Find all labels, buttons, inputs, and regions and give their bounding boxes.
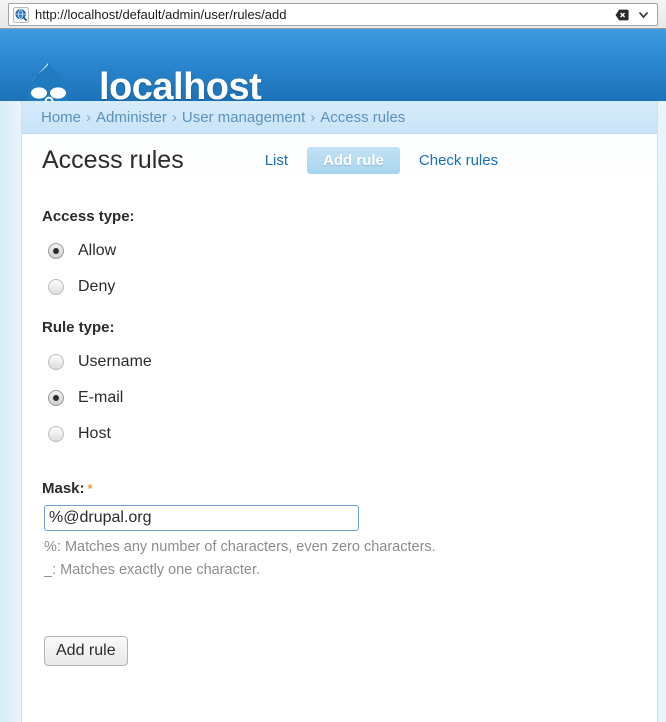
radio-option-allow[interactable]: Allow [42, 233, 637, 269]
radio-deny-icon[interactable] [48, 279, 64, 295]
mask-help-underscore: _: Matches exactly one character. [44, 561, 260, 578]
radio-option-username[interactable]: Username [42, 344, 637, 380]
site-header: localhost [0, 29, 666, 101]
tab-bar: List Add rule Check rules [256, 146, 507, 174]
mask-help-percent: %: Matches any number of characters, eve… [44, 539, 436, 555]
breadcrumb-separator: › [86, 108, 92, 126]
tab-check-rules[interactable]: Check rules [410, 147, 507, 174]
radio-email-label: E-mail [78, 389, 124, 406]
radio-allow-label: Allow [78, 242, 117, 259]
access-rule-form: Access type: Allow Deny Rule type: Usern… [22, 186, 657, 667]
access-type-legend: Access type: [42, 208, 135, 225]
mask-input[interactable] [44, 505, 359, 531]
radio-host-icon[interactable] [48, 426, 64, 442]
radio-option-deny[interactable]: Deny [42, 269, 637, 305]
breadcrumb-separator: › [171, 108, 177, 126]
tab-add-rule[interactable]: Add rule [307, 146, 400, 174]
breadcrumb-item-home[interactable]: Home [41, 109, 81, 126]
radio-option-host[interactable]: Host [42, 416, 637, 452]
required-marker: * [87, 481, 93, 496]
title-row: Access rules List Add rule Check rules [22, 134, 657, 186]
form-actions: Add rule [44, 636, 637, 667]
url-bar-actions [615, 8, 650, 22]
url-input-wrapper[interactable]: http://localhost/default/admin/user/rule… [8, 3, 658, 26]
browser-url-bar: http://localhost/default/admin/user/rule… [0, 0, 666, 29]
globe-favicon-icon [13, 6, 29, 23]
add-rule-button[interactable]: Add rule [44, 636, 128, 667]
rule-type-legend: Rule type: [42, 319, 115, 336]
radio-username-icon[interactable] [48, 354, 64, 370]
radio-allow-icon[interactable] [48, 243, 64, 259]
radio-host-label: Host [78, 425, 111, 442]
radio-option-email[interactable]: E-mail [42, 380, 637, 416]
site-name: localhost [99, 66, 262, 101]
page-viewport: localhost Home › Administer › User manag… [0, 29, 666, 722]
tab-list[interactable]: List [256, 147, 297, 174]
radio-username-label: Username [78, 353, 152, 370]
content-card: Home › Administer › User management › Ac… [21, 101, 658, 722]
breadcrumb: Home › Administer › User management › Ac… [22, 101, 657, 134]
breadcrumb-item-administer[interactable]: Administer [96, 109, 167, 126]
chevron-down-icon[interactable] [637, 8, 650, 21]
radio-email-icon[interactable] [48, 390, 64, 406]
breadcrumb-item-user-management[interactable]: User management [182, 109, 305, 126]
page-body: Home › Administer › User management › Ac… [0, 101, 666, 722]
radio-deny-label: Deny [78, 278, 116, 295]
mask-label-row: Mask: * [42, 480, 637, 497]
url-text[interactable]: http://localhost/default/admin/user/rule… [35, 7, 615, 23]
drupal-droplet-logo[interactable] [17, 60, 79, 101]
breadcrumb-separator: › [310, 108, 316, 126]
clear-icon[interactable] [615, 8, 629, 22]
page-title: Access rules [42, 145, 184, 174]
mask-label: Mask: [42, 480, 85, 497]
breadcrumb-item-access-rules[interactable]: Access rules [320, 109, 405, 126]
